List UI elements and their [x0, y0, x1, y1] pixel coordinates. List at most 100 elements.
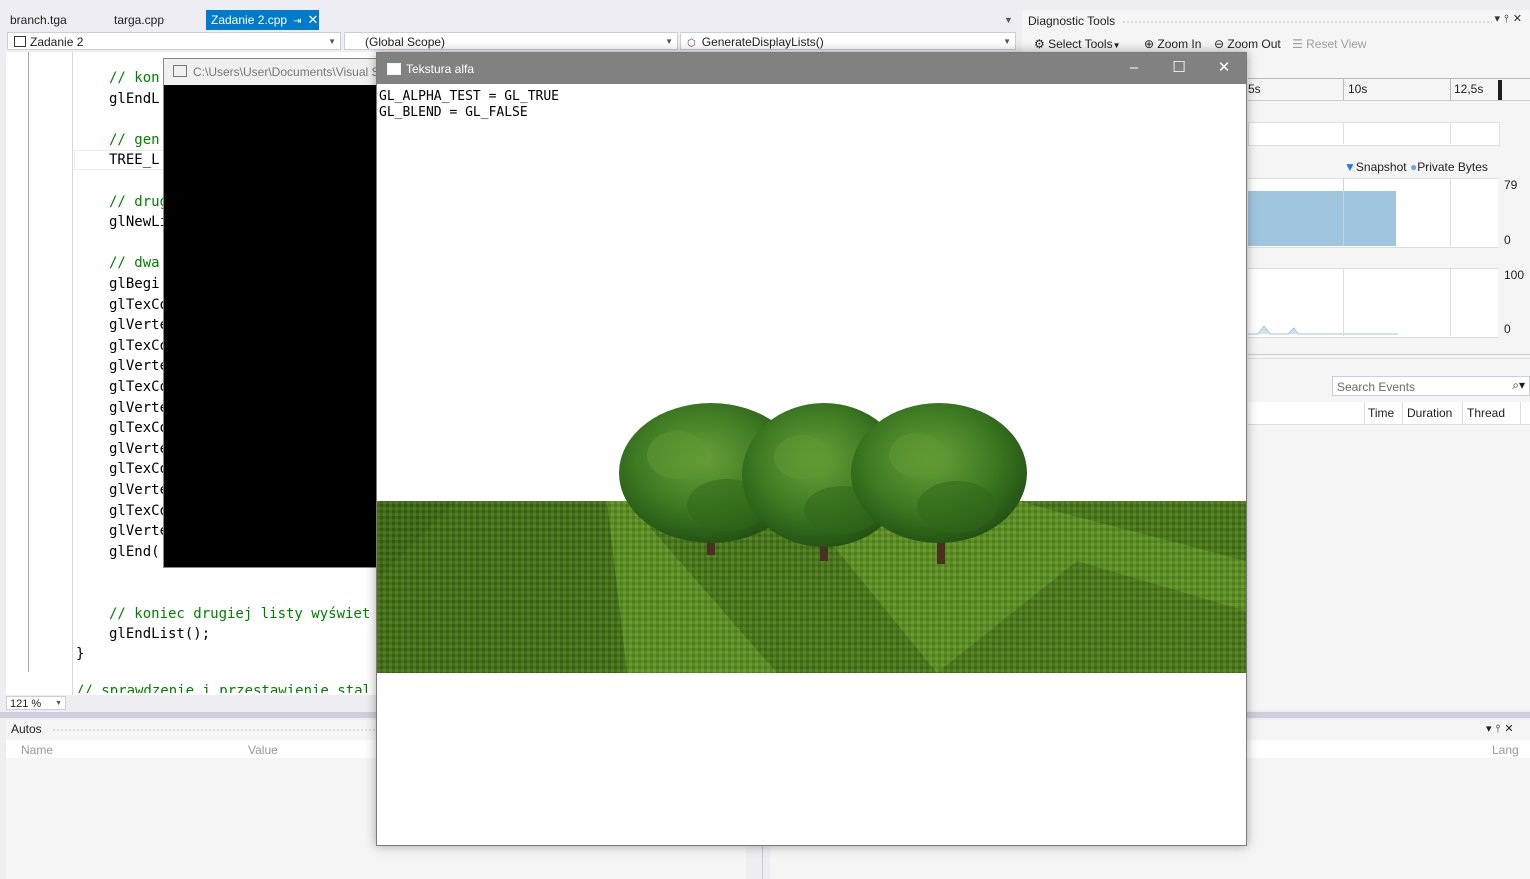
- memory-axis-max: 79: [1504, 178, 1518, 192]
- column-duration[interactable]: Duration: [1407, 406, 1452, 420]
- grid-line: [1343, 122, 1344, 144]
- zoom-out-icon: ⊖: [1214, 37, 1225, 51]
- grid-line: [1343, 178, 1344, 246]
- reset-view-button[interactable]: ☰ Reset View: [1292, 37, 1367, 51]
- project-dropdown[interactable]: Zadanie 2 ▼: [7, 32, 341, 50]
- app-title: Tekstura alfa: [406, 62, 475, 76]
- events-strip: [1248, 122, 1500, 146]
- pin-icon[interactable]: ⇥: [293, 16, 301, 27]
- scope-dropdown[interactable]: (Global Scope) ▼: [344, 32, 678, 50]
- code-comment-line: // kon: [109, 70, 160, 86]
- code-line: glBegi: [109, 276, 160, 292]
- console-window[interactable]: C:\Users\User\Documents\Visual S: [163, 58, 379, 568]
- tab-zadanie-2-cpp[interactable]: Zadanie 2.cpp ⇥ ✕: [206, 10, 319, 30]
- code-line: glVerte: [109, 440, 169, 457]
- code-comment-line: // gen: [109, 131, 160, 148]
- code-comment-line: // drug: [109, 193, 169, 210]
- search-events-input[interactable]: Search Events ⌕▾: [1332, 376, 1530, 396]
- memory-usage-area: [1248, 191, 1396, 246]
- window-position-icon[interactable]: ▾: [1486, 723, 1496, 735]
- console-title-bar[interactable]: C:\Users\User\Documents\Visual S: [164, 59, 378, 85]
- minimize-button[interactable]: –: [1124, 59, 1144, 77]
- memory-legend: ▼Snapshot ●Private Bytes: [1344, 160, 1488, 174]
- tab-targa-cpp[interactable]: targa.cpp: [104, 10, 174, 30]
- code-line: glVerte: [109, 317, 169, 334]
- zoom-in-button[interactable]: ⊕ Zoom In: [1144, 37, 1201, 51]
- select-tools-button[interactable]: ⚙ Select Tools▼: [1034, 37, 1121, 51]
- closing-brace: }: [76, 646, 85, 662]
- code-line: glVerte: [109, 523, 169, 540]
- alpha-test-status: GL_ALPHA_TEST = GL_TRUE: [379, 89, 560, 104]
- code-line: glTexCo: [109, 502, 169, 519]
- tick-mark: [1450, 78, 1451, 100]
- code-line: glTexCo: [109, 461, 169, 478]
- tab-branch-tga[interactable]: branch.tga: [0, 10, 77, 30]
- outlining-line: [28, 52, 29, 672]
- code-line: glNewLi: [109, 214, 169, 231]
- function-dropdown[interactable]: ⬡ GenerateDisplayLists() ▼: [680, 32, 1016, 50]
- method-icon: ⬡: [687, 38, 696, 49]
- column-name[interactable]: Name: [21, 743, 53, 757]
- close-icon[interactable]: ✕: [1504, 723, 1517, 735]
- grid-line: [1450, 178, 1451, 246]
- window-position-icon[interactable]: ▾: [1494, 13, 1504, 25]
- search-icon[interactable]: ⌕▾: [1512, 378, 1525, 393]
- playhead[interactable]: [1498, 80, 1502, 100]
- code-line: glTexCo: [109, 379, 169, 395]
- code-line: glVerte: [109, 482, 169, 498]
- code-line: glEnd(: [109, 543, 160, 560]
- diagnostic-tools-title: Diagnostic Tools: [1028, 14, 1116, 28]
- gear-icon: ⚙: [1034, 37, 1045, 51]
- gl-state-text: GL_ALPHA_TEST = GL_TRUE GL_BLEND = GL_FAL…: [379, 89, 559, 121]
- code-line: glVerte: [109, 399, 169, 416]
- gutter-divider: [72, 52, 73, 695]
- close-icon[interactable]: ✕: [307, 12, 318, 27]
- snapshot-marker-icon: ▼: [1344, 160, 1356, 174]
- memory-axis-min: 0: [1504, 233, 1511, 247]
- close-icon[interactable]: ✕: [1513, 13, 1526, 25]
- events-divider: [1248, 354, 1530, 355]
- code-line: glEndList();: [109, 626, 211, 643]
- grid-line: [1450, 268, 1451, 336]
- code-line: glTexCo: [109, 337, 169, 354]
- column-thread[interactable]: Thread: [1467, 406, 1505, 420]
- tree: [851, 403, 1027, 564]
- project-icon: [14, 36, 26, 47]
- maximize-button[interactable]: ☐: [1169, 59, 1189, 77]
- code-comment-line: // koniec drugiej listy wyświet: [109, 605, 371, 622]
- time-tick-5s: 5s: [1248, 82, 1261, 96]
- chevron-down-icon: ▼: [328, 37, 336, 46]
- zoom-level-dropdown[interactable]: 121 % ▼: [6, 696, 66, 710]
- zoom-out-button[interactable]: ⊖ Zoom Out: [1214, 37, 1281, 51]
- ruler-top: [1248, 78, 1530, 79]
- console-icon: [173, 65, 187, 77]
- tick-mark: [1343, 78, 1344, 100]
- panel-grip[interactable]: [1122, 20, 1492, 25]
- app-title-bar[interactable]: Tekstura alfa – ☐ ✕: [377, 53, 1246, 84]
- cpu-usage-line: [1248, 325, 1398, 335]
- app-icon: [387, 63, 401, 75]
- pin-icon[interactable]: ⫯: [1504, 13, 1513, 25]
- reset-view-icon: ☰: [1292, 37, 1303, 51]
- partial-comment-line: // sprawdzenie i przestawienie stal: [76, 683, 372, 693]
- column-divider: [1462, 402, 1463, 424]
- blend-status: GL_BLEND = GL_FALSE: [379, 105, 528, 120]
- column-value[interactable]: Value: [248, 743, 278, 757]
- grid-line: [1450, 122, 1451, 144]
- zoom-in-icon: ⊕: [1144, 37, 1155, 51]
- autos-title: Autos: [11, 722, 42, 736]
- events-table-header: Time Duration Thread: [1248, 402, 1530, 425]
- chevron-down-icon: ▼: [1112, 41, 1121, 50]
- column-language[interactable]: Lang: [1492, 743, 1519, 757]
- column-divider: [1364, 402, 1365, 424]
- column-time[interactable]: Time: [1368, 406, 1394, 420]
- close-button[interactable]: ✕: [1214, 59, 1234, 77]
- chevron-down-icon: ▼: [1003, 37, 1011, 46]
- ruler-bottom: [1248, 100, 1530, 101]
- cpu-axis-max: 100: [1504, 268, 1525, 282]
- tab-overflow-dropdown-icon[interactable]: ▼: [1004, 10, 1013, 30]
- code-line: glTexCo: [109, 296, 169, 313]
- code-comment-line: // dwa: [109, 255, 160, 272]
- pin-icon[interactable]: ⫯: [1496, 723, 1505, 735]
- app-window-tekstura-alfa[interactable]: Tekstura alfa – ☐ ✕ GL_ALPHA_TEST = GL_T…: [376, 52, 1247, 846]
